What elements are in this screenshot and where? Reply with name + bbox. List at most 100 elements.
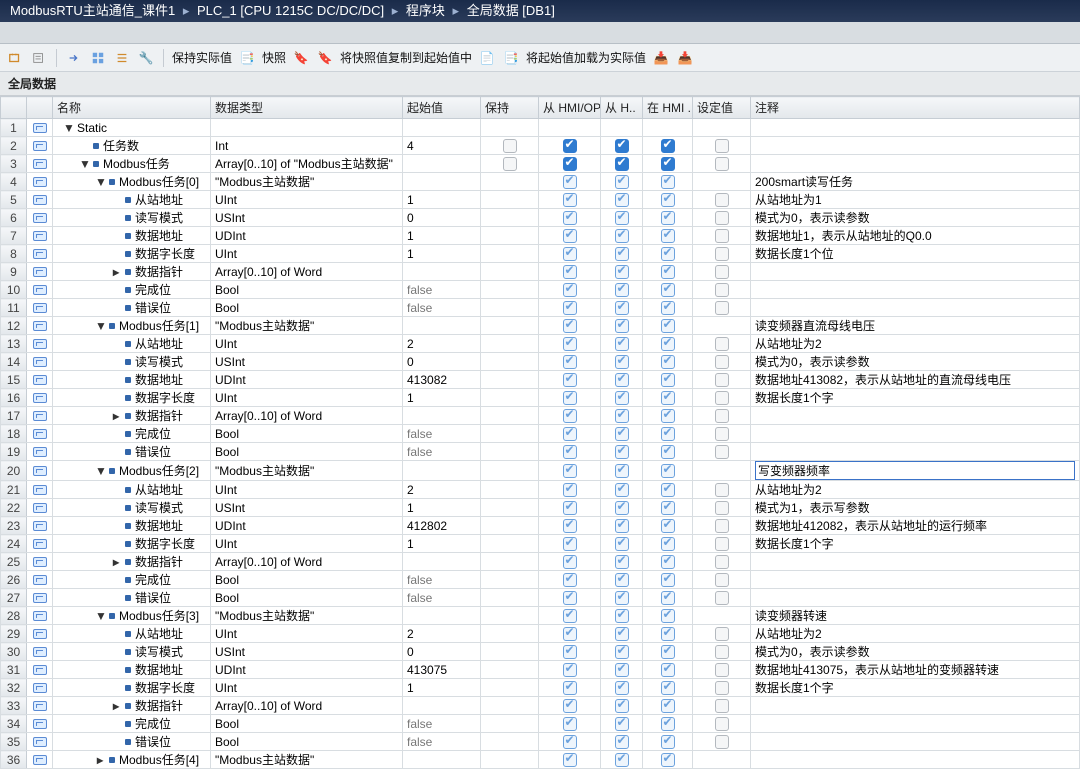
- var-type[interactable]: UDInt: [211, 661, 403, 679]
- checkbox-checked-icon[interactable]: [615, 193, 629, 207]
- checkbox-checked-icon[interactable]: [615, 283, 629, 297]
- var-init[interactable]: 0: [403, 643, 481, 661]
- checkbox-checked-icon[interactable]: [661, 609, 675, 623]
- toolbar-copy-snapshot[interactable]: 将快照值复制到起始值中: [340, 49, 472, 66]
- var-comment[interactable]: 从站地址为1: [751, 191, 1080, 209]
- row-number[interactable]: 33: [1, 697, 27, 715]
- checkbox-checked-icon[interactable]: [615, 519, 629, 533]
- var-type[interactable]: Bool: [211, 589, 403, 607]
- checkbox-unchecked-icon[interactable]: [503, 157, 517, 171]
- checkbox-checked-icon[interactable]: [615, 464, 629, 478]
- var-comment[interactable]: 从站地址为2: [751, 335, 1080, 353]
- var-type[interactable]: Bool: [211, 571, 403, 589]
- var-name[interactable]: 数据地址: [135, 371, 183, 388]
- var-type[interactable]: Bool: [211, 281, 403, 299]
- var-comment[interactable]: [751, 299, 1080, 317]
- row-number[interactable]: 28: [1, 607, 27, 625]
- var-comment[interactable]: [751, 697, 1080, 715]
- checkbox-checked-icon[interactable]: [661, 464, 675, 478]
- checkbox-unchecked-icon[interactable]: [715, 483, 729, 497]
- table-row[interactable]: 32数据字长度UInt1数据长度1个字: [1, 679, 1080, 697]
- checkbox-checked-icon[interactable]: [563, 247, 577, 261]
- checkbox-checked-icon[interactable]: [661, 445, 675, 459]
- var-name[interactable]: Modbus任务[4]: [119, 751, 199, 768]
- checkbox-checked-icon[interactable]: [563, 211, 577, 225]
- var-init[interactable]: 4: [403, 137, 481, 155]
- checkbox-checked-icon[interactable]: [615, 319, 629, 333]
- checkbox-checked-icon[interactable]: [563, 445, 577, 459]
- checkbox-unchecked-icon[interactable]: [715, 591, 729, 605]
- var-type[interactable]: USInt: [211, 353, 403, 371]
- var-type[interactable]: UInt: [211, 535, 403, 553]
- checkbox-checked-icon[interactable]: [615, 627, 629, 641]
- checkbox-checked-icon[interactable]: [661, 555, 675, 569]
- var-name[interactable]: Modbus任务[0]: [119, 173, 199, 190]
- var-name[interactable]: Static: [77, 121, 107, 135]
- crumb-2[interactable]: 程序块: [406, 3, 445, 18]
- var-init[interactable]: 1: [403, 499, 481, 517]
- var-type[interactable]: UDInt: [211, 371, 403, 389]
- var-init[interactable]: false: [403, 715, 481, 733]
- var-init[interactable]: 413075: [403, 661, 481, 679]
- chevron-right-icon[interactable]: ▸: [95, 753, 105, 767]
- table-row[interactable]: 8数据字长度UInt1数据长度1个位: [1, 245, 1080, 263]
- header-hmi2[interactable]: 从 H..: [601, 97, 643, 119]
- checkbox-checked-icon[interactable]: [661, 699, 675, 713]
- checkbox-checked-icon[interactable]: [615, 501, 629, 515]
- row-number[interactable]: 21: [1, 481, 27, 499]
- chevron-down-icon[interactable]: ▼: [79, 157, 89, 171]
- var-type[interactable]: "Modbus主站数据": [211, 751, 403, 769]
- checkbox-unchecked-icon[interactable]: [715, 627, 729, 641]
- var-init[interactable]: [403, 553, 481, 571]
- var-name[interactable]: 读写模式: [135, 499, 183, 516]
- checkbox-unchecked-icon[interactable]: [715, 157, 729, 171]
- checkbox-checked-icon[interactable]: [661, 283, 675, 297]
- tool-icon[interactable]: [6, 49, 24, 67]
- var-name[interactable]: Modbus任务[2]: [119, 462, 199, 479]
- chevron-right-icon[interactable]: ▸: [111, 265, 121, 279]
- checkbox-checked-icon[interactable]: [615, 373, 629, 387]
- table-row[interactable]: 10完成位Boolfalse: [1, 281, 1080, 299]
- var-comment[interactable]: 数据地址413082，表示从站地址的直流母线电压: [751, 371, 1080, 389]
- checkbox-checked-icon[interactable]: [661, 519, 675, 533]
- var-type[interactable]: UInt: [211, 335, 403, 353]
- grid-icon[interactable]: [89, 49, 107, 67]
- checkbox-checked-icon[interactable]: [563, 519, 577, 533]
- checkbox-checked-icon[interactable]: [615, 157, 629, 171]
- checkbox-unchecked-icon[interactable]: [715, 427, 729, 441]
- checkbox-unchecked-icon[interactable]: [715, 555, 729, 569]
- var-comment[interactable]: [751, 733, 1080, 751]
- toolbar-snapshot[interactable]: 快照: [262, 49, 286, 66]
- table-row[interactable]: 21从站地址UInt2从站地址为2: [1, 481, 1080, 499]
- checkbox-checked-icon[interactable]: [661, 247, 675, 261]
- checkbox-checked-icon[interactable]: [661, 193, 675, 207]
- var-init[interactable]: 2: [403, 625, 481, 643]
- checkbox-checked-icon[interactable]: [615, 391, 629, 405]
- var-type[interactable]: Bool: [211, 733, 403, 751]
- checkbox-checked-icon[interactable]: [661, 265, 675, 279]
- var-type[interactable]: Bool: [211, 299, 403, 317]
- var-init[interactable]: [403, 751, 481, 769]
- var-name[interactable]: 数据指针: [135, 697, 183, 714]
- var-type[interactable]: USInt: [211, 209, 403, 227]
- table-row[interactable]: 19错误位Boolfalse: [1, 443, 1080, 461]
- checkbox-unchecked-icon[interactable]: [715, 717, 729, 731]
- toolbar-load-start[interactable]: 将起始值加载为实际值: [526, 49, 646, 66]
- var-type[interactable]: UInt: [211, 245, 403, 263]
- checkbox-checked-icon[interactable]: [563, 555, 577, 569]
- var-comment[interactable]: 数据长度1个字: [751, 389, 1080, 407]
- checkbox-checked-icon[interactable]: [563, 355, 577, 369]
- row-number[interactable]: 3: [1, 155, 27, 173]
- checkbox-checked-icon[interactable]: [615, 229, 629, 243]
- checkbox-checked-icon[interactable]: [563, 391, 577, 405]
- table-row[interactable]: 16数据字长度UInt1数据长度1个字: [1, 389, 1080, 407]
- var-init[interactable]: [403, 697, 481, 715]
- var-name[interactable]: 错误位: [135, 589, 171, 606]
- var-type[interactable]: Int: [211, 137, 403, 155]
- checkbox-checked-icon[interactable]: [563, 139, 577, 153]
- checkbox-unchecked-icon[interactable]: [715, 735, 729, 749]
- chevron-right-icon[interactable]: ▸: [111, 699, 121, 713]
- checkbox-checked-icon[interactable]: [661, 645, 675, 659]
- table-row[interactable]: 4▼Modbus任务[0]"Modbus主站数据"200smart读写任务: [1, 173, 1080, 191]
- checkbox-unchecked-icon[interactable]: [715, 537, 729, 551]
